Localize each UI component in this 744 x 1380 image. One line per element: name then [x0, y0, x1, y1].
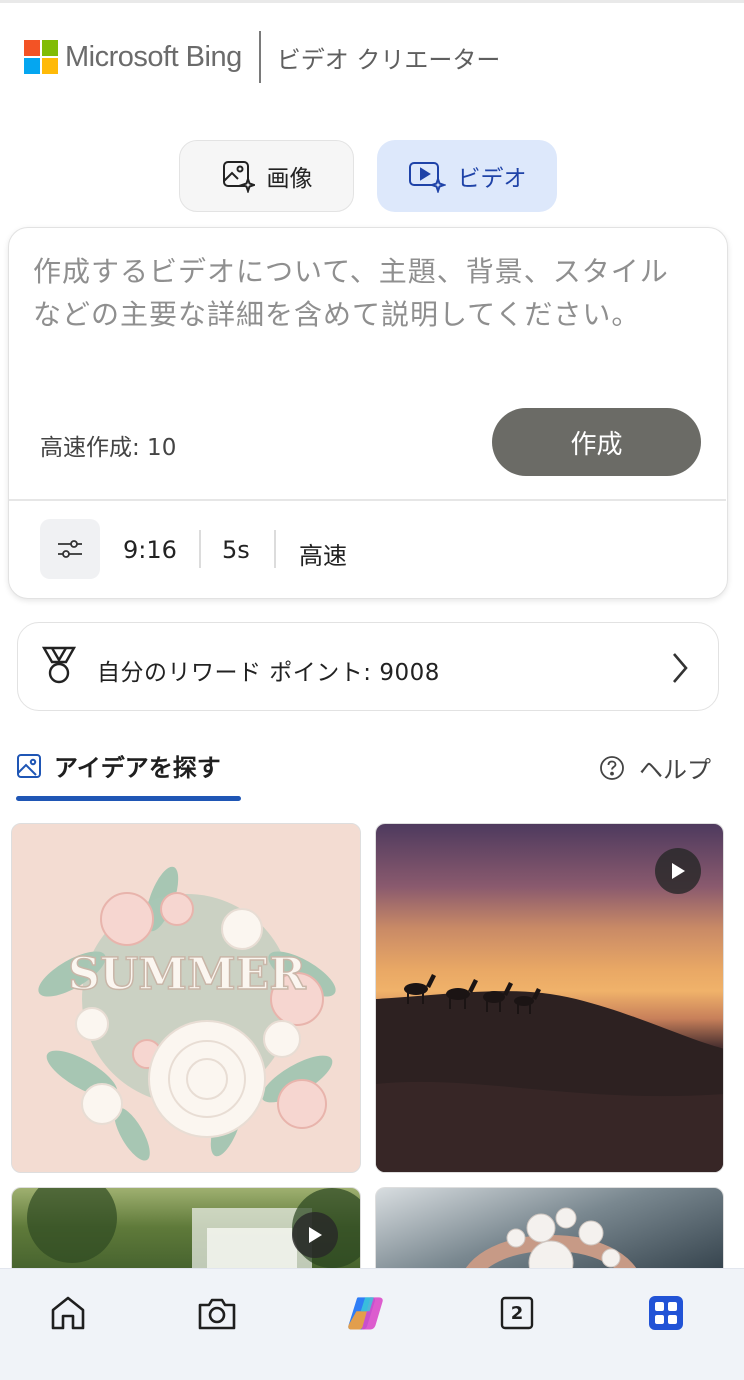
- fast-create-count: 高速作成: 10: [40, 435, 177, 461]
- help-label: ヘルプ: [639, 756, 711, 784]
- brand-name[interactable]: Microsoft Bing: [65, 41, 242, 74]
- question-circle-icon: [600, 755, 624, 780]
- svg-text:SUMMER: SUMMER: [68, 949, 306, 1000]
- video-sparkle-icon: [408, 162, 446, 193]
- top-border: [0, 0, 744, 3]
- play-button[interactable]: [292, 1212, 338, 1258]
- app-header: Microsoft Bing ビデオ クリエーター: [24, 30, 500, 84]
- speed-option[interactable]: 高速: [299, 536, 347, 571]
- gallery-tile-desert[interactable]: [375, 823, 724, 1173]
- play-button[interactable]: [655, 848, 701, 894]
- prompt-input[interactable]: 作成するビデオについて、主題、背景、スタイルなどの主要な詳細を含めて説明してくだ…: [33, 250, 683, 336]
- video-mode-button[interactable]: ビデオ: [377, 140, 557, 212]
- image-sparkle-icon: [222, 161, 255, 193]
- rewards-points-row[interactable]: 自分のリワード ポイント: 9008: [17, 622, 719, 711]
- apps-icon: [649, 1296, 683, 1330]
- nav-camera[interactable]: [197, 1293, 237, 1333]
- image-mode-button[interactable]: 画像: [179, 140, 354, 212]
- prompt-card: 作成するビデオについて、主題、背景、スタイルなどの主要な詳細を含めて説明してくだ…: [8, 227, 728, 599]
- page-title: ビデオ クリエーター: [276, 45, 501, 74]
- chevron-right-icon: [673, 653, 688, 683]
- home-icon: [51, 1296, 85, 1330]
- nav-home[interactable]: [48, 1293, 88, 1333]
- play-icon: [309, 1227, 322, 1243]
- nav-apps[interactable]: [646, 1293, 686, 1333]
- camera-icon: [198, 1298, 236, 1330]
- nav-tabs[interactable]: 2: [497, 1293, 537, 1333]
- summer-flowers-image: SUMMER: [12, 824, 360, 1172]
- bottom-navigation: 2: [0, 1268, 744, 1380]
- aspect-ratio-option[interactable]: 9:16: [123, 536, 177, 564]
- option-divider: [199, 530, 201, 568]
- tab-count: 2: [510, 1302, 524, 1324]
- explore-ideas-tab[interactable]: アイデアを探す: [16, 748, 221, 783]
- medal-icon: [41, 646, 77, 684]
- settings-sliders-button[interactable]: [40, 519, 100, 579]
- header-divider: [258, 31, 261, 83]
- video-mode-label: ビデオ: [457, 166, 527, 192]
- gallery-tile-summer[interactable]: SUMMER: [11, 823, 361, 1173]
- image-icon: [17, 753, 41, 778]
- rewards-label: 自分のリワード ポイント: 9008: [97, 660, 440, 686]
- duration-option[interactable]: 5s: [222, 536, 250, 564]
- copilot-icon: [348, 1297, 383, 1330]
- create-button[interactable]: 作成: [492, 408, 701, 476]
- option-divider: [274, 530, 276, 568]
- help-link[interactable]: ヘルプ: [599, 750, 711, 785]
- explore-ideas-label: アイデアを探す: [54, 754, 221, 782]
- play-icon: [672, 863, 685, 879]
- sliders-icon: [58, 540, 82, 558]
- active-tab-indicator: [16, 796, 241, 801]
- card-divider: [9, 499, 726, 501]
- image-mode-label: 画像: [266, 166, 313, 192]
- microsoft-logo-icon[interactable]: [24, 40, 58, 74]
- nav-copilot[interactable]: [346, 1293, 386, 1333]
